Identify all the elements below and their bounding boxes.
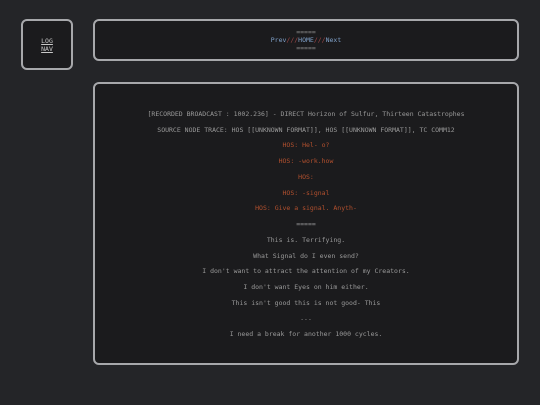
log-nav-button[interactable]: LOG NAV [21,19,73,70]
prev-link[interactable]: Prev [271,36,287,44]
narration-line: I need a break for another 1000 cycles. [229,330,383,338]
hos-message: HOS: Give a signal. Anyth- [255,204,357,212]
narration-line: What Signal do I even send? [253,252,359,260]
page-navigation: ===== Prev /// HOME /// Next ===== [93,19,519,61]
hos-message: HOS: Hel- o? [282,141,330,149]
log-link[interactable]: LOG [41,37,53,45]
nav-separator-top: ===== [296,28,316,36]
nav-links: Prev /// HOME /// Next [271,36,341,44]
nav-divider-2: /// [313,36,326,44]
next-link[interactable]: Next [326,36,342,44]
home-link[interactable]: HOME [298,36,314,44]
source-trace: SOURCE NODE TRACE: HOS [[UNKNOWN FORMAT]… [157,126,455,134]
nav-separator-bottom: ===== [296,44,316,52]
narration-line: I don't want to attract the attention of… [202,267,410,275]
broadcast-header: [RECORDED BROADCAST : 1002.236] - DIRECT… [147,110,465,118]
nav-divider-1: /// [286,36,299,44]
narration-line: This is. Terrifying. [266,236,346,244]
log-content-panel: [RECORDED BROADCAST : 1002.236] - DIRECT… [93,82,519,365]
hos-message: HOS: [298,173,314,181]
narration-line: I don't want Eyes on him either. [243,283,369,291]
narration-line: This isn't good this is not good- This [231,299,381,307]
nav-link[interactable]: NAV [41,45,53,53]
hos-message: HOS: -work.how [278,157,334,165]
ellipsis-line: ... [300,314,312,322]
hos-message: HOS: -signal [282,189,330,197]
content-separator: ===== [296,220,316,228]
